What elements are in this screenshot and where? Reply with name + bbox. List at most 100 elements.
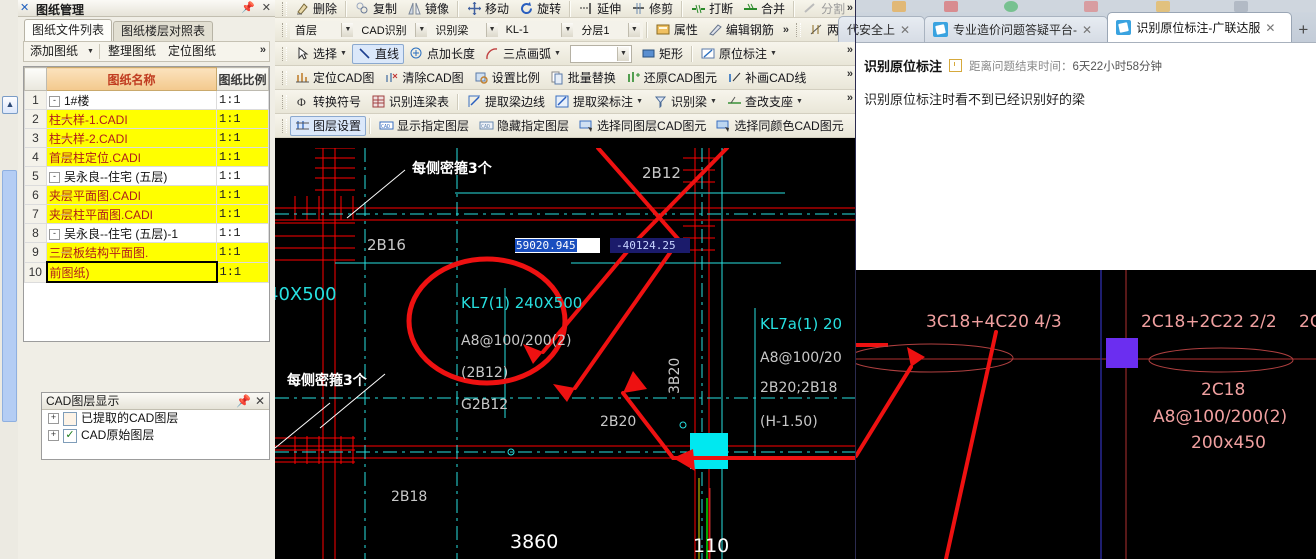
browser-tab-1[interactable]: 代安全上 ✕: [838, 16, 926, 42]
rotate-button[interactable]: 旋转: [514, 0, 566, 17]
table-row[interactable]: 6 夹层平面图.CADI 1:1: [24, 185, 269, 205]
drawing-name-cell[interactable]: 夹层平面图.CADI: [46, 185, 217, 205]
edit-rebar-button[interactable]: 编辑钢筋: [703, 20, 779, 40]
combo-layer[interactable]: 分层1 ▼: [576, 20, 643, 39]
row5-overflow-icon[interactable]: »: [847, 92, 853, 104]
toolbar-grip[interactable]: [282, 22, 287, 37]
drawing-name-cell[interactable]: -1#楼: [46, 90, 217, 110]
combo-recognize-beam[interactable]: 识别梁 ▼: [430, 20, 501, 39]
select-tool-button[interactable]: 选择 ▼: [290, 44, 352, 64]
mirror-button[interactable]: 镜像: [402, 0, 454, 17]
row2-overflow-icon[interactable]: »: [783, 24, 789, 36]
inplace-annotation-button[interactable]: 原位标注 ▼: [696, 44, 782, 64]
pane-divider[interactable]: [855, 0, 856, 559]
select-same-layer-button[interactable]: 选择同图层CAD图元: [574, 116, 711, 136]
rectangle-tool-button[interactable]: 矩形: [636, 44, 688, 64]
break-button[interactable]: 打断: [686, 0, 738, 17]
table-row[interactable]: 4 首层柱定位.CADI 1:1: [24, 147, 269, 167]
row1-overflow-icon[interactable]: »: [847, 2, 853, 14]
combo-cad-recognition[interactable]: CAD识别 ▼: [356, 20, 431, 39]
add-drawing-caret-icon[interactable]: ▼: [84, 48, 97, 55]
pin-icon[interactable]: 📌: [241, 1, 255, 14]
delete-button[interactable]: 删除: [290, 0, 342, 17]
bookmark-icon[interactable]: [1234, 1, 1248, 12]
three-point-arc-button[interactable]: 三点画弧 ▼: [480, 44, 566, 64]
checkbox[interactable]: [63, 411, 77, 426]
table-row[interactable]: 9 三层板结构平面图. 1:1: [24, 242, 269, 263]
coord-x-field[interactable]: 59020.945: [515, 238, 600, 253]
organize-drawing-button[interactable]: 整理图纸: [102, 42, 162, 61]
properties-button[interactable]: 属性: [651, 20, 703, 40]
coordinate-readout[interactable]: 59020.945 -40124.25: [515, 238, 690, 253]
restore-cad-button[interactable]: 还原CAD图元: [621, 68, 722, 88]
pin-icon[interactable]: 📌: [236, 393, 251, 409]
expand-icon[interactable]: +: [48, 430, 59, 441]
show-layer-button[interactable]: CAD 显示指定图层: [374, 116, 474, 136]
table-row[interactable]: 2 柱大样-1.CADI 1:1: [24, 109, 269, 129]
move-button[interactable]: 移动: [462, 0, 514, 17]
scrollbar-thumb[interactable]: [2, 170, 17, 422]
drawing-name-cell[interactable]: 柱大样-2.CADI: [46, 128, 217, 148]
expand-icon[interactable]: +: [48, 413, 59, 424]
set-scale-button[interactable]: 设置比例: [469, 68, 545, 88]
extract-beam-edge-button[interactable]: 提取梁边线: [462, 92, 550, 112]
chevron-down-icon[interactable]: ▼: [627, 22, 640, 37]
expand-collapse-icon[interactable]: -: [49, 228, 60, 240]
merge-button[interactable]: 合并: [738, 0, 790, 17]
chevron-down-icon[interactable]: ▼: [710, 98, 717, 105]
extend-button[interactable]: 延伸: [574, 0, 626, 17]
chevron-down-icon[interactable]: ▼: [561, 22, 574, 37]
chevron-down-icon[interactable]: ▼: [340, 50, 347, 57]
locate-cad-button[interactable]: 定位CAD图: [290, 68, 379, 88]
table-row[interactable]: 5- 吴永良--住宅 (五层) 1:1: [24, 166, 269, 186]
batch-replace-button[interactable]: 批量替换: [545, 68, 621, 88]
chevron-down-icon[interactable]: ▼: [415, 22, 428, 37]
hide-layer-button[interactable]: CAD 隐藏指定图层: [474, 116, 574, 136]
expand-collapse-icon[interactable]: -: [49, 171, 60, 183]
drawing-name-cell[interactable]: 首层柱定位.CADI: [46, 147, 217, 167]
cad-layer-item-original[interactable]: + ✓ CAD原始图层: [42, 427, 269, 444]
layer-settings-button[interactable]: 图层设置: [290, 115, 367, 136]
table-row[interactable]: 1-1#楼 1:1: [24, 90, 269, 110]
row4-overflow-icon[interactable]: »: [847, 68, 853, 80]
scroll-up-button[interactable]: ▲: [2, 96, 18, 114]
close-icon[interactable]: ✕: [900, 23, 910, 37]
toolbar-grip[interactable]: [282, 46, 287, 61]
locate-drawing-button[interactable]: 定位图纸: [162, 42, 222, 61]
extract-beam-annotation-button[interactable]: 提取梁标注 ▼: [550, 92, 648, 112]
drawing-name-cell[interactable]: 前图纸): [45, 261, 218, 283]
left-scroll-strip[interactable]: ▲: [0, 0, 19, 559]
panel-x-icon[interactable]: ✕: [20, 1, 29, 14]
close-icon[interactable]: ✕: [262, 1, 271, 14]
table-row[interactable]: 7 夹层柱平面图.CADI 1:1: [24, 204, 269, 224]
drawing-name-cell[interactable]: - 吴永良--住宅 (五层): [46, 166, 217, 186]
toolbar-grip[interactable]: [282, 118, 287, 133]
drawing-name-cell[interactable]: 夹层柱平面图.CADI: [46, 204, 217, 224]
drawing-name-cell[interactable]: 三层板结构平面图.: [46, 242, 217, 263]
drawing-grid[interactable]: 图纸名称 图纸比例 1-1#楼 1:1 2 柱大样-1.CADI 1:1 3 柱大样-2.C…: [23, 66, 270, 342]
checkbox-checked[interactable]: ✓: [63, 428, 77, 443]
point-length-button[interactable]: 点加长度: [404, 44, 480, 64]
close-icon[interactable]: ✕: [1265, 21, 1275, 35]
bookmark-icon[interactable]: [944, 1, 958, 12]
select-same-color-button[interactable]: 选择同颜色CAD图元: [711, 116, 848, 136]
browser-tab-2[interactable]: 专业造价问题答疑平台- ✕: [924, 16, 1109, 42]
chevron-down-icon[interactable]: ▼: [341, 22, 354, 37]
table-row[interactable]: 3 柱大样-2.CADI 1:1: [24, 128, 269, 148]
chevron-down-icon[interactable]: ▼: [485, 22, 498, 37]
combo-floor[interactable]: 首层 ▼: [290, 20, 357, 39]
convert-symbol-button[interactable]: Φ 转换符号: [290, 92, 366, 112]
add-drawing-button[interactable]: 添加图纸: [24, 42, 84, 61]
check-support-button[interactable]: 查改支座 ▼: [722, 92, 808, 112]
bookmark-icon[interactable]: [1084, 1, 1098, 12]
cad-canvas-right[interactable]: 3C18+4C20 4/3 2C18+2C22 2/2 2C 2C18 A8@1…: [856, 270, 1316, 559]
chevron-down-icon[interactable]: ▼: [796, 98, 803, 105]
toolbar-overflow-icon[interactable]: »: [260, 44, 266, 56]
toolbar-grip[interactable]: [282, 70, 287, 85]
draw-cad-line-button[interactable]: 补画CAD线: [722, 68, 811, 88]
close-icon[interactable]: ✕: [255, 393, 265, 409]
chevron-down-icon[interactable]: ▼: [770, 50, 777, 57]
drawing-name-cell[interactable]: 柱大样-1.CADI: [46, 109, 217, 129]
expand-collapse-icon[interactable]: -: [49, 95, 60, 107]
cad-canvas-main[interactable]: 每侧密箍3个 2B12 2B16 40X500 KL7(1) 240X500 A…: [275, 148, 856, 559]
